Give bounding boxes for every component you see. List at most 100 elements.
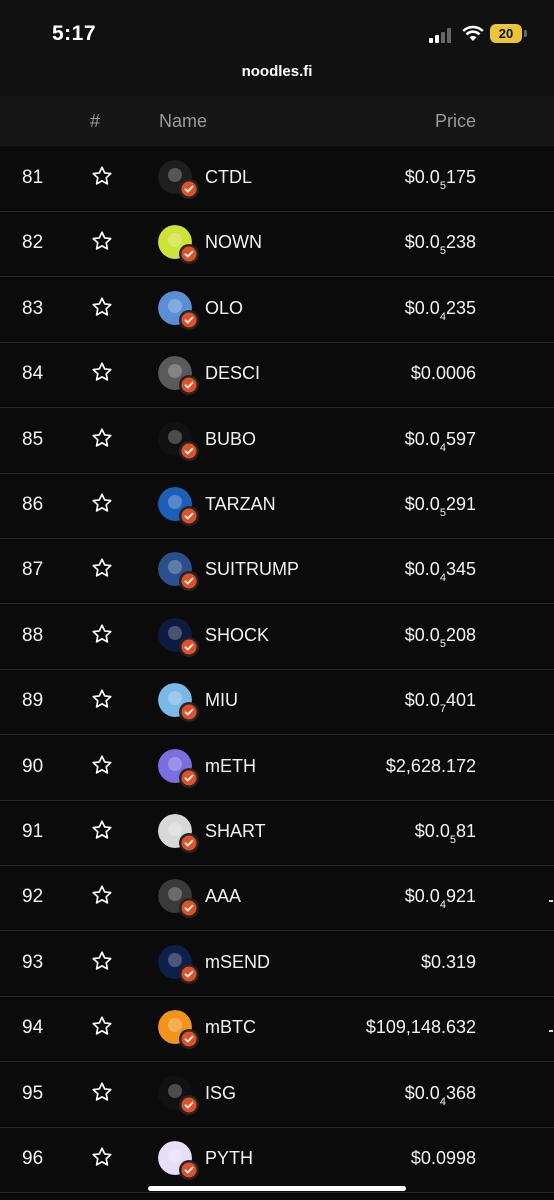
table-row[interactable]: 92 AAA $0.04921 [0, 865, 554, 932]
row-rank: 95 [22, 1082, 44, 1104]
price-main: $0.0006 [410, 363, 476, 384]
price-main: $0.0 [404, 167, 440, 187]
token-name[interactable]: SUITRUMP [205, 559, 299, 580]
token-name[interactable]: PYTH [205, 1148, 253, 1169]
token-name[interactable]: mSEND [205, 952, 270, 973]
favorite-star-icon[interactable] [91, 754, 113, 776]
favorite-star-icon[interactable] [91, 296, 113, 318]
token-name[interactable]: mBTC [205, 1017, 256, 1038]
favorite-star-icon[interactable] [91, 950, 113, 972]
table-row[interactable]: 95 ISG $0.04368 [0, 1062, 554, 1128]
favorite-star-icon[interactable] [91, 427, 113, 449]
price-main: $0.0 [404, 428, 440, 449]
table-row[interactable]: 90 mETH $2,628.172 [0, 735, 554, 801]
table-row[interactable]: 83 OLO $0.04235 [0, 277, 554, 343]
token-name[interactable]: TARZAN [205, 494, 276, 515]
verified-badge-icon [179, 506, 199, 526]
favorite-star-icon[interactable] [91, 361, 113, 383]
row-rank: 81 [22, 167, 44, 188]
table-row[interactable]: 88 SHOCK $0.05208 [0, 604, 554, 670]
verified-badge-icon [179, 375, 199, 396]
status-time: 5:17 [52, 22, 97, 45]
row-rank: 85 [22, 428, 44, 450]
price-main: $0.0 [404, 1082, 440, 1103]
price-main: $0.0 [404, 624, 440, 645]
price-digits: 597 [445, 428, 476, 449]
table-row[interactable]: 93 mSEND $0.319 [0, 931, 554, 997]
price-digits: 235 [445, 297, 476, 318]
table-row[interactable]: 81 CTDL $0.05175 [0, 146, 554, 212]
price-digits: 238 [445, 232, 476, 253]
token-price: $0.05238 [405, 232, 476, 257]
token-price: $0.0998 [411, 1148, 476, 1173]
table-row[interactable]: 91 SHART $0.0581 [0, 800, 554, 866]
token-name[interactable]: OLO [205, 298, 243, 319]
price-digits: 291 [445, 494, 476, 514]
token-name[interactable]: CTDL [205, 167, 252, 188]
token-price: $0.04921 [405, 886, 476, 911]
row-rank: 84 [22, 363, 44, 385]
favorite-star-icon[interactable] [91, 492, 113, 514]
token-price: $0.05291 [405, 494, 476, 519]
token-name[interactable]: SHOCK [205, 625, 269, 646]
header-name[interactable]: Name [159, 111, 207, 132]
price-main: $0.0 [414, 821, 450, 841]
battery-icon: 20 [490, 24, 522, 43]
favorite-star-icon[interactable] [91, 819, 113, 841]
favorite-star-icon[interactable] [91, 884, 113, 906]
table-row[interactable]: 94 mBTC $109,148.632 [0, 996, 554, 1063]
status-bar: 5:17 20 [0, 0, 554, 60]
verified-badge-icon [179, 244, 199, 265]
verified-badge-icon [179, 571, 199, 592]
verified-badge-icon [179, 1029, 199, 1050]
table-row[interactable]: 87 SUITRUMP $0.04345 [0, 538, 554, 605]
favorite-star-icon[interactable] [91, 165, 113, 187]
token-name[interactable]: BUBO [205, 429, 256, 450]
price-main: $0.0 [404, 886, 440, 907]
token-price: $0.04235 [405, 298, 476, 323]
battery-tip [524, 30, 527, 37]
favorite-star-icon[interactable] [91, 688, 113, 710]
token-name[interactable]: ISG [205, 1083, 236, 1104]
token-name[interactable]: AAA [205, 886, 241, 907]
favorite-star-icon[interactable] [91, 1081, 113, 1103]
home-indicator[interactable] [148, 1186, 406, 1191]
table-row[interactable]: 85 BUBO $0.04597 [0, 408, 554, 474]
wifi-icon [462, 25, 484, 41]
token-price: $0.05208 [405, 625, 476, 650]
favorite-star-icon[interactable] [91, 557, 113, 579]
row-rank: 94 [22, 1017, 44, 1039]
favorite-star-icon[interactable] [91, 1146, 113, 1168]
favorite-star-icon[interactable] [91, 1015, 113, 1037]
token-name[interactable]: MIU [205, 690, 238, 711]
favorite-star-icon[interactable] [91, 623, 113, 645]
verified-badge-icon [179, 1094, 199, 1115]
row-rank: 83 [22, 297, 44, 319]
table-row[interactable]: 82 NOWN $0.05238 [0, 211, 554, 278]
header-rank: # [90, 111, 101, 131]
edge-mark [549, 1030, 553, 1032]
favorite-star-icon[interactable] [91, 230, 113, 252]
table-row[interactable]: 86 TARZAN $0.05291 [0, 473, 554, 539]
price-main: $0.0 [404, 559, 440, 580]
row-rank: 90 [22, 755, 44, 777]
token-name[interactable]: DESCI [205, 363, 260, 384]
token-name[interactable]: NOWN [205, 232, 262, 253]
row-rank: 87 [22, 559, 44, 581]
table-row[interactable]: 84 DESCI $0.0006 [0, 342, 554, 409]
token-name[interactable]: SHART [205, 821, 266, 842]
url-text: noodles.fi [241, 63, 313, 80]
edge-mark [549, 900, 553, 902]
price-main: $0.0 [404, 232, 440, 253]
price-digits: 345 [445, 559, 476, 580]
verified-badge-icon [179, 636, 199, 657]
price-digits: 368 [445, 1082, 476, 1103]
url-bar[interactable]: noodles.fi [0, 60, 554, 96]
table-row[interactable]: 96 PYTH $0.0998 [0, 1127, 554, 1193]
row-rank: 93 [22, 951, 44, 973]
table-row[interactable]: 89 MIU $0.07401 [0, 669, 554, 736]
token-name[interactable]: mETH [205, 756, 256, 777]
token-price: $0.07401 [405, 690, 476, 715]
header-price[interactable]: Price [435, 111, 476, 132]
row-rank: 86 [22, 494, 44, 515]
